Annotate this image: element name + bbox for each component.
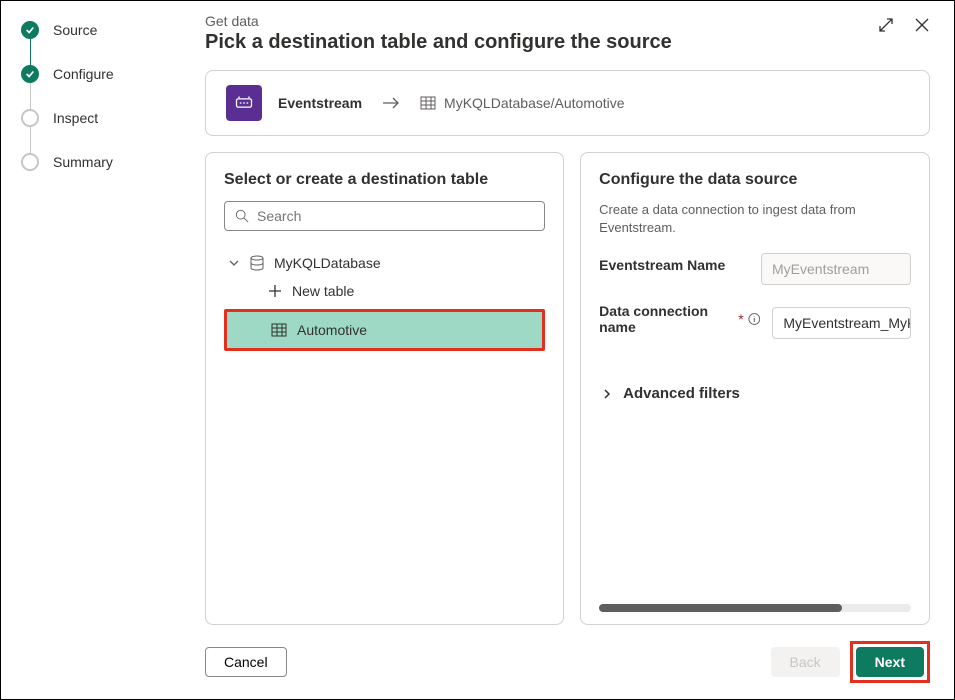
expand-icon[interactable] bbox=[878, 17, 894, 33]
required-asterisk: * bbox=[738, 311, 743, 327]
new-table-label: New table bbox=[292, 283, 354, 299]
close-icon[interactable] bbox=[914, 17, 930, 33]
connection-name-input[interactable]: MyEventstream_MyKQ bbox=[772, 307, 911, 339]
next-button-highlight: Next bbox=[850, 641, 930, 683]
search-icon bbox=[235, 209, 249, 223]
step-label: Configure bbox=[53, 66, 114, 82]
database-icon bbox=[250, 255, 264, 271]
search-field[interactable] bbox=[257, 208, 534, 224]
advanced-filters-label: Advanced filters bbox=[623, 385, 740, 402]
cancel-button[interactable]: Cancel bbox=[205, 647, 287, 677]
step-label: Summary bbox=[53, 154, 113, 170]
connection-name-label: Data connection name * bbox=[599, 303, 760, 335]
panel-subtitle: Create a data connection to ingest data … bbox=[599, 201, 911, 237]
circle-icon bbox=[21, 109, 39, 127]
breadcrumb-source: Eventstream bbox=[278, 95, 362, 111]
page-title: Pick a destination table and configure t… bbox=[205, 31, 672, 54]
eventstream-icon bbox=[226, 85, 262, 121]
header-breadcrumb: Get data bbox=[205, 13, 672, 29]
check-icon bbox=[21, 21, 39, 39]
info-icon[interactable] bbox=[748, 312, 761, 326]
database-name: MyKQLDatabase bbox=[274, 255, 381, 271]
panel-title: Configure the data source bbox=[599, 171, 911, 189]
eventstream-name-value: MyEventstream bbox=[772, 261, 869, 277]
destination-table-panel: Select or create a destination table MyK… bbox=[205, 152, 564, 625]
step-source[interactable]: Source bbox=[21, 21, 181, 39]
next-button[interactable]: Next bbox=[856, 647, 924, 677]
source-destination-breadcrumb: Eventstream MyKQLDatabase/Automotive bbox=[205, 70, 930, 136]
check-icon bbox=[21, 65, 39, 83]
stepper-sidebar: Source Configure Inspect Summary bbox=[1, 1, 181, 699]
configure-source-panel: Configure the data source Create a data … bbox=[580, 152, 930, 625]
panel-title: Select or create a destination table bbox=[224, 171, 545, 189]
arrow-right-icon bbox=[382, 96, 400, 110]
tree-table-row[interactable]: Automotive bbox=[227, 312, 542, 348]
horizontal-scrollbar[interactable] bbox=[599, 604, 911, 612]
eventstream-name-input: MyEventstream bbox=[761, 253, 911, 285]
step-configure[interactable]: Configure bbox=[21, 65, 181, 83]
step-inspect[interactable]: Inspect bbox=[21, 109, 181, 127]
circle-icon bbox=[21, 153, 39, 171]
eventstream-name-label: Eventstream Name bbox=[599, 257, 725, 273]
selected-table-highlight: Automotive bbox=[224, 309, 545, 351]
table-icon bbox=[271, 322, 287, 338]
connection-name-value: MyEventstream_MyKQ bbox=[783, 315, 911, 331]
chevron-down-icon bbox=[228, 257, 240, 269]
chevron-right-icon bbox=[601, 388, 613, 400]
breadcrumb-destination: MyKQLDatabase/Automotive bbox=[444, 95, 625, 111]
table-name: Automotive bbox=[297, 322, 367, 338]
step-label: Source bbox=[53, 22, 97, 38]
step-summary[interactable]: Summary bbox=[21, 153, 181, 171]
new-table-row[interactable]: New table bbox=[224, 277, 545, 305]
table-icon bbox=[420, 95, 436, 111]
back-button: Back bbox=[771, 647, 840, 677]
tree-database-row[interactable]: MyKQLDatabase bbox=[224, 249, 545, 277]
step-label: Inspect bbox=[53, 110, 98, 126]
plus-icon bbox=[268, 284, 282, 298]
advanced-filters-toggle[interactable]: Advanced filters bbox=[627, 385, 911, 402]
search-input[interactable] bbox=[224, 201, 545, 231]
